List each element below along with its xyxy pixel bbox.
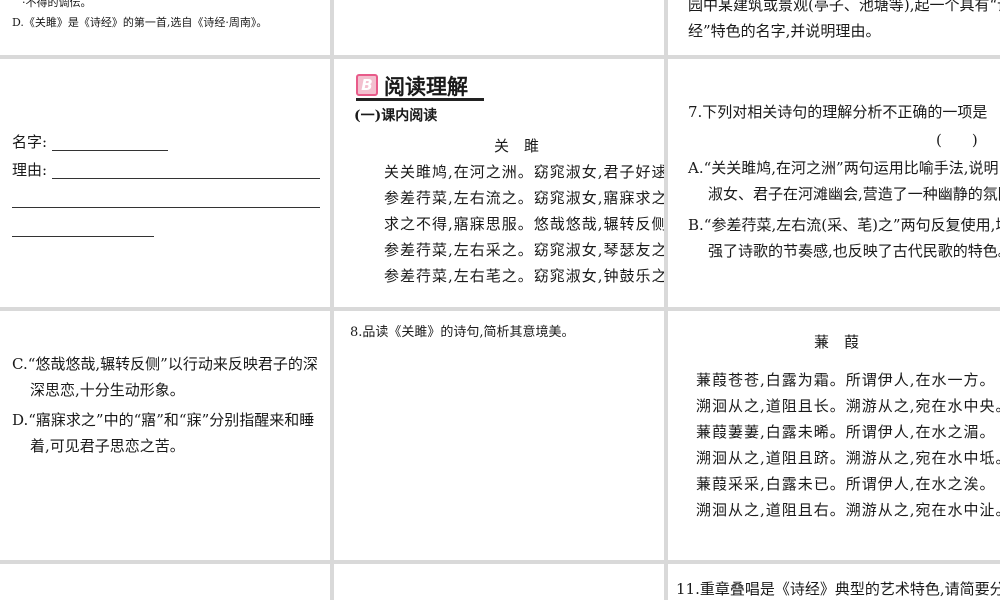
reason-answer-line-1[interactable]: [52, 178, 320, 179]
jianjia-line: 溯洄从之,道阻且右。溯游从之,宛在水中沚。: [696, 501, 1000, 519]
question11-stem: 11.重章叠唱是《诗经》典型的艺术特色,请简要分析: [676, 580, 1000, 598]
badge-letter: B: [361, 76, 373, 94]
jianjia-line: 溯洄从之,道阻且跻。溯游从之,宛在水中坻。: [696, 449, 1000, 467]
poem-line: 参差荇菜,左右流之。窈窕淑女,寤寐求之。: [384, 189, 664, 207]
title-underline: [356, 98, 484, 101]
option-b-line-1: B.“参差荇菜,左右流(采、芼)之”两句反复使用,增: [688, 216, 1000, 234]
prompt-line-1: 园中某建筑或景观(亭子、池塘等),起一个具有“诗: [688, 0, 1000, 14]
reading-section-title: 阅读理解: [384, 75, 468, 99]
option-a-line-1: A.“关关雎鸠,在河之洲”两句运用比喻手法,说明: [688, 159, 999, 177]
jianjia-line: 蒹葭采采,白露未已。所谓伊人,在水之涘。: [696, 475, 996, 493]
name-answer-line[interactable]: [52, 150, 168, 151]
answer-bracket[interactable]: ( ): [936, 129, 978, 150]
poem-line: 参差荇菜,左右芼之。窈窕淑女,钟鼓乐之。: [384, 267, 664, 285]
jianjia-line: 蒹葭苍苍,白露为霜。所谓伊人,在水一方。: [696, 371, 996, 389]
top-left-cell: ·不得的调伝。 D.《关雎》是《诗经》的第一首,选自《诗经·周南》。: [0, 0, 330, 55]
section-b-badge-icon: B: [356, 74, 378, 96]
option-a-line-2: 淑女、君子在河滩幽会,营造了一种幽静的氛围。: [708, 185, 1000, 203]
options-cd-cell: C.“悠哉悠哉,辗转反侧”以行动来反映君子的深 深思恋,十分生动形象。 D.“寤…: [0, 311, 330, 560]
line-fragment: ·不得的调伝。: [22, 0, 92, 9]
poem-line: 关关雎鸠,在河之洲。窈窕淑女,君子好逑。: [384, 163, 664, 181]
prompt-line-2: 经”特色的名字,并说明理由。: [688, 22, 881, 40]
option-b-line-2: 强了诗歌的节奏感,也反映了古代民歌的特色。: [708, 242, 1000, 260]
question8-cell: 8.品读《关雎》的诗句,简析其意境美。: [334, 311, 664, 560]
bottom-left-cell: [0, 564, 330, 600]
name-label: 名字:: [12, 133, 48, 151]
option-d-note: D.《关雎》是《诗经》的第一首,选自《诗经·周南》。: [12, 16, 268, 29]
top-middle-cell: [334, 0, 664, 55]
question7-stem: 7.下列对相关诗句的理解分析不正确的一项是: [688, 103, 988, 121]
question7-cell: 7.下列对相关诗句的理解分析不正确的一项是 ( ) A.“关关雎鸠,在河之洲”两…: [668, 59, 1000, 307]
reason-answer-line-3[interactable]: [12, 236, 154, 237]
answer-cell: 名字: 理由:: [0, 59, 330, 307]
question11-cell: 11.重章叠唱是《诗经》典型的艺术特色,请简要分析: [668, 564, 1000, 600]
option-d-line-2: 着,可见君子思恋之苦。: [30, 437, 185, 455]
jianjia-line: 蒹葭萋萋,白露未晞。所谓伊人,在水之湄。: [696, 423, 996, 441]
option-c-line-2: 深思恋,十分生动形象。: [30, 381, 185, 399]
poem-line: 参差荇菜,左右采之。窈窕淑女,琴瑟友之。: [384, 241, 664, 259]
question8-stem: 8.品读《关雎》的诗句,简析其意境美。: [350, 325, 575, 340]
subsection-label: (一)课内阅读: [354, 108, 438, 124]
worksheet-page: { "top_left_cell": { "line_fragment": "·…: [0, 0, 1000, 600]
reading-cell: B 阅读理解 (一)课内阅读 关 雎 关关雎鸠,在河之洲。窈窕淑女,君子好逑。 …: [334, 59, 664, 307]
jianjia-title: 蒹 葭: [814, 333, 860, 351]
jianjia-line: 溯洄从之,道阻且长。溯游从之,宛在水中央。: [696, 397, 1000, 415]
option-c-line-1: C.“悠哉悠哉,辗转反侧”以行动来反映君子的深: [12, 355, 318, 373]
bottom-middle-cell: [334, 564, 664, 600]
jianjia-cell: 蒹 葭 蒹葭苍苍,白露为霜。所谓伊人,在水一方。 溯洄从之,道阻且长。溯游从之,…: [668, 311, 1000, 560]
top-right-cell: 园中某建筑或景观(亭子、池塘等),起一个具有“诗 经”特色的名字,并说明理由。: [668, 0, 1000, 55]
option-d-line-1: D.“寤寐求之”中的“寤”和“寐”分别指醒来和睡: [12, 411, 315, 429]
poem-line: 求之不得,寤寐思服。悠哉悠哉,辗转反侧。: [384, 215, 664, 233]
reason-answer-line-2[interactable]: [12, 207, 320, 208]
poem-title: 关 雎: [494, 137, 540, 155]
reason-label: 理由:: [12, 161, 48, 179]
